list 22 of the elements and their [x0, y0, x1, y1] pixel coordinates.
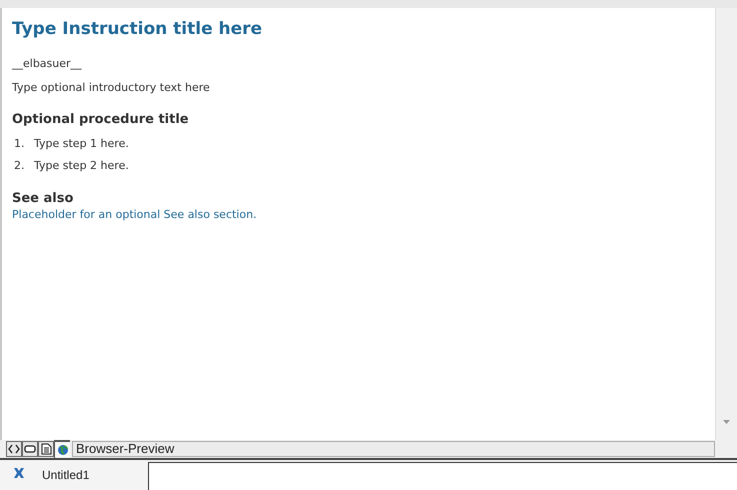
author-text: __elbasuer__: [12, 56, 83, 72]
app-logo-icon: [12, 466, 26, 480]
view-mode-tab[interactable]: [54, 440, 70, 458]
rectangle-icon: [24, 444, 36, 454]
document-icon: [40, 443, 52, 455]
procedure-heading: Optional procedure title: [12, 111, 190, 129]
step-number: 1.: [14, 136, 26, 152]
globe-icon: [56, 444, 68, 456]
see-also-heading: See also: [12, 190, 74, 206]
view-mode-tab[interactable]: [22, 441, 38, 457]
code-icon: [8, 444, 20, 454]
scrollbar[interactable]: [715, 8, 737, 440]
page-title: Type Instruction title here: [12, 18, 264, 40]
see-also-link[interactable]: Placeholder for an optional See also section.: [12, 206, 715, 223]
step-number: 2.: [14, 158, 26, 174]
view-label: Browser-Preview: [72, 441, 715, 457]
step-text: Type step 1 here.: [34, 136, 129, 152]
step-text: Type step 2 here.: [34, 158, 129, 174]
view-mode-tab[interactable]: [38, 441, 54, 457]
view-mode-tab[interactable]: [6, 441, 22, 457]
intro-text: Type optional introductory text here: [12, 80, 211, 96]
document-tab[interactable]: Untitled1: [0, 460, 148, 490]
